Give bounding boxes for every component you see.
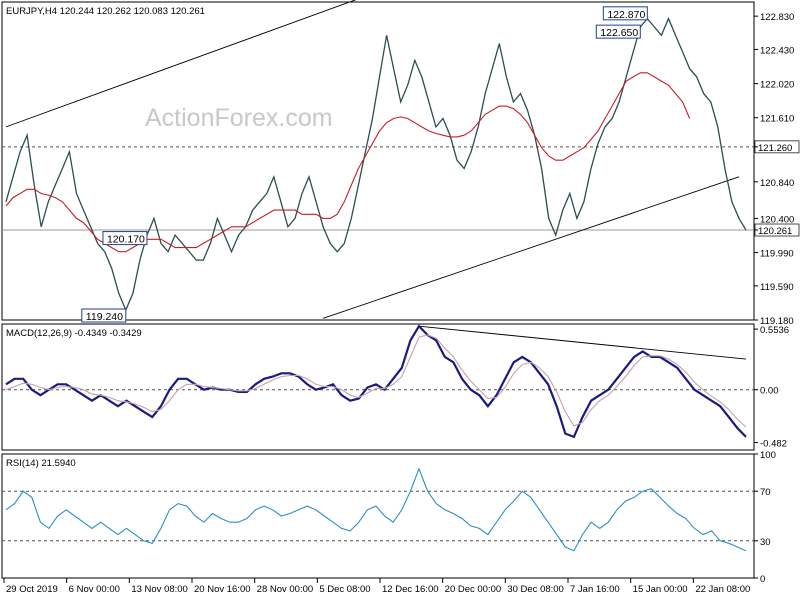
annotation-label: 122.650 [600,27,638,39]
x-tick-label: 28 Nov 00:00 [257,584,314,595]
y-tick-label: 70 [760,487,771,498]
y-tick-label: -0.482 [760,439,787,450]
y-tick-label: 122.830 [760,12,794,23]
x-tick-label: 29 Oct 2019 [6,584,58,595]
y-tick-label: 0.00 [760,386,779,397]
price-marker-label: 121.260 [758,143,792,154]
x-tick-label: 13 Nov 08:00 [131,584,188,595]
y-tick-label: 0 [760,574,765,585]
panel-title: RSI(14) 21.5940 [6,458,76,469]
panel-title: EURJPY,H4 120.244 120.262 120.083 120.26… [6,6,205,17]
panel-frame [1,323,755,451]
watermark: ActionForex.com [145,104,333,132]
y-tick-label: 121.610 [760,114,794,125]
x-tick-label: 30 Dec 08:00 [507,584,564,595]
y-tick-label: 120.840 [760,178,794,189]
price-marker-label: 120.261 [758,226,792,237]
y-tick-label: 122.430 [760,45,794,56]
y-tick-label: 0.5536 [760,325,789,336]
x-tick-label: 20 Nov 16:00 [194,584,251,595]
y-tick-label: 122.020 [760,80,794,91]
annotation-label: 122.870 [607,9,645,21]
panel-frame [1,453,755,579]
y-tick-label: 120.400 [760,214,794,225]
x-tick-label: 5 Dec 08:00 [319,584,370,595]
annotation-label: 119.240 [86,311,123,323]
chart-area: ActionForex.com 121.260 120.261 122.830 122.… [0,0,800,600]
x-tick-label: 6 Nov 00:00 [69,584,120,595]
y-tick-label: 119.590 [760,282,794,293]
x-tick-label: 12 Dec 16:00 [382,584,439,595]
panel-frame [1,1,755,321]
x-tick-label: 15 Jan 00:00 [633,584,688,595]
panel-title: MACD(12,26,9) -0.4349 -0.3429 [6,328,142,339]
y-tick-label: 119.990 [760,249,794,260]
x-tick-label: 20 Dec 00:00 [445,584,502,595]
y-tick-label: 100 [760,450,776,461]
chart-canvas: ActionForex.com 121.260 120.261 122.830 122.… [1,0,800,595]
annotation-label: 120.170 [107,234,145,246]
y-tick-label: 30 [760,537,771,548]
x-tick-label: 7 Jan 16:00 [570,584,620,595]
x-tick-label: 22 Jan 08:00 [695,584,750,595]
